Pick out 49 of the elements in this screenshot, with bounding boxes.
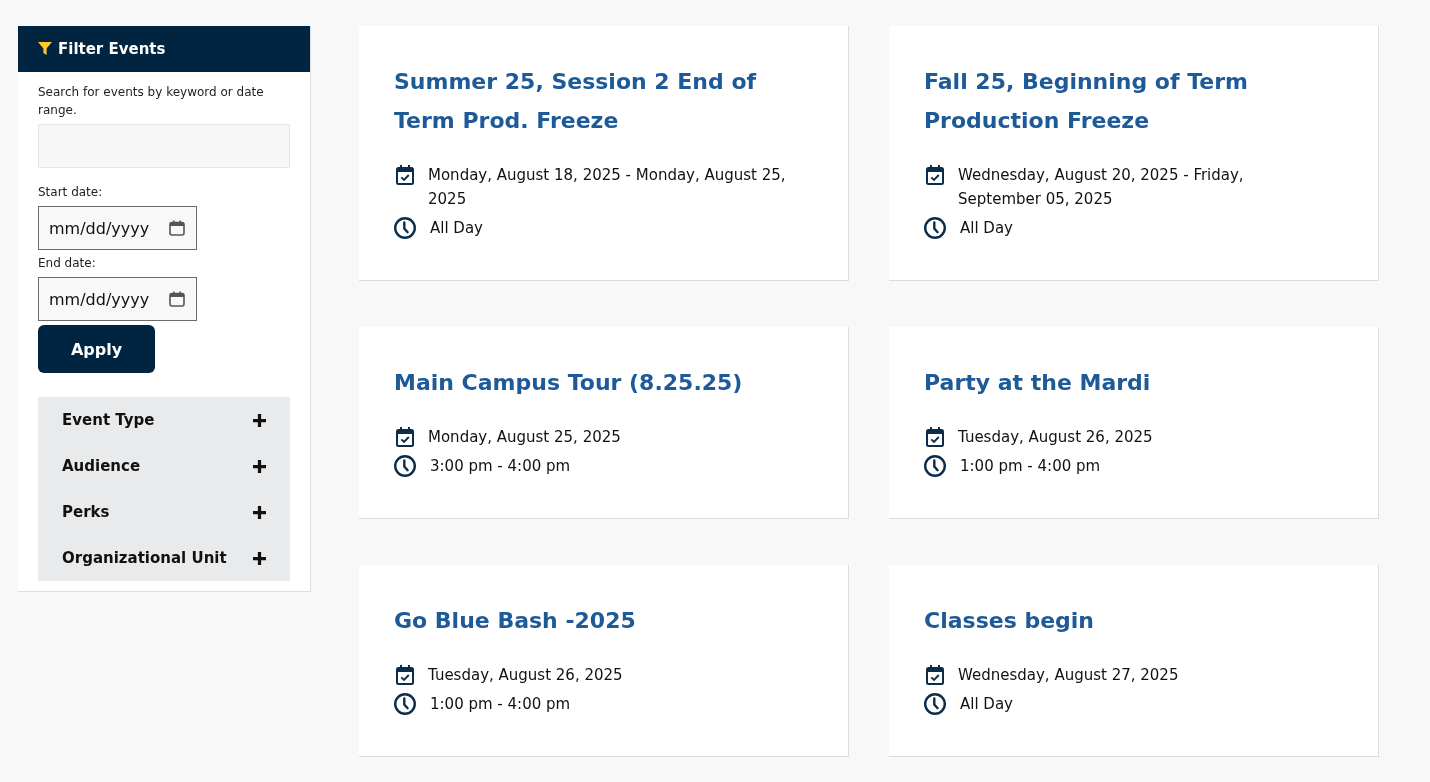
plus-icon[interactable] (253, 413, 266, 427)
clock-icon (394, 217, 416, 239)
event-time: All Day (960, 218, 1013, 239)
event-date: Monday, August 18, 2025 - Monday, August 25, 2025 (428, 165, 787, 210)
calendar-icon[interactable] (169, 220, 185, 236)
event-title[interactable]: Go Blue Bash -2025 (394, 601, 794, 640)
event-title[interactable]: Party at the Mardi (924, 363, 1324, 402)
event-time: All Day (430, 218, 483, 239)
calendar-icon[interactable] (169, 291, 185, 307)
event-title[interactable]: Main Campus Tour (8.25.25) (394, 363, 794, 402)
event-date: Wednesday, August 27, 2025 (958, 665, 1179, 686)
apply-button[interactable]: Apply (38, 325, 155, 373)
filter-icon (38, 42, 52, 56)
search-description: Search for events by keyword or date range. (38, 84, 265, 119)
calendar-check-icon (926, 665, 944, 685)
event-title[interactable]: Summer 25, Session 2 End of Term Prod. Freeze (394, 62, 794, 140)
accordion-item[interactable]: Organizational Unit (38, 535, 290, 581)
clock-icon (394, 693, 416, 715)
event-date: Monday, August 25, 2025 (428, 427, 621, 448)
clock-icon (924, 693, 946, 715)
accordion-item[interactable]: Perks (38, 489, 290, 535)
event-time: 1:00 pm - 4:00 pm (430, 694, 571, 715)
clock-icon (924, 217, 946, 239)
event-time: 3:00 pm - 4:00 pm (430, 456, 571, 477)
clock-icon (924, 455, 946, 477)
search-field[interactable] (38, 124, 290, 168)
event-time: All Day (960, 694, 1013, 715)
event-date: Tuesday, August 26, 2025 (428, 665, 623, 686)
date-field[interactable]: mm/dd/yyyy (38, 277, 197, 321)
date-label: End date: (38, 255, 96, 271)
date-field[interactable]: mm/dd/yyyy (38, 206, 197, 250)
accordion-item[interactable]: Audience (38, 443, 290, 489)
accordion-item[interactable]: Event Type (38, 397, 290, 443)
plus-icon[interactable] (253, 505, 266, 519)
calendar-check-icon (396, 165, 414, 185)
plus-icon[interactable] (253, 459, 266, 473)
calendar-check-icon (396, 427, 414, 447)
event-date: Wednesday, August 20, 2025 - Friday, September 05, 2025 (958, 165, 1245, 210)
calendar-check-icon (926, 427, 944, 447)
event-title[interactable]: Classes begin (924, 601, 1324, 640)
clock-icon (394, 455, 416, 477)
calendar-check-icon (396, 665, 414, 685)
event-date: Tuesday, August 26, 2025 (958, 427, 1153, 448)
event-time: 1:00 pm - 4:00 pm (960, 456, 1101, 477)
date-label: Start date: (38, 184, 103, 200)
calendar-check-icon (926, 165, 944, 185)
plus-icon[interactable] (253, 551, 266, 565)
filter-title: Filter Events (58, 40, 166, 58)
event-title[interactable]: Fall 25, Beginning of Term Production Freeze (924, 62, 1324, 140)
